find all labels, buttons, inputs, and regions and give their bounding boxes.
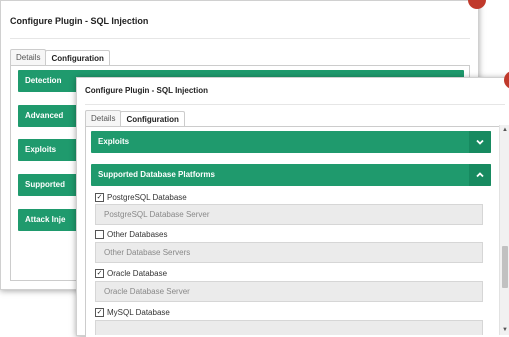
checkbox-checked[interactable]: ✓ xyxy=(95,269,104,278)
scroll-down-icon[interactable]: ▼ xyxy=(502,327,508,333)
platform-label: PostgreSQL Database xyxy=(107,193,187,202)
platform-checkbox-row[interactable]: ✓ PostgreSQL Database xyxy=(95,193,187,202)
section-exploits-label: Exploits xyxy=(98,137,130,146)
platform-checkbox-row[interactable]: ✓ MySQL Database xyxy=(95,308,170,317)
close-icon[interactable] xyxy=(504,71,509,89)
platform-field[interactable]: Other Database Servers xyxy=(95,242,483,263)
dialog-title: Configure Plugin - SQL Injection xyxy=(85,86,208,95)
section-supported-platforms[interactable]: Supported Database Platforms xyxy=(91,164,491,186)
platform-field[interactable]: Oracle Database Server xyxy=(95,281,483,302)
platform-checkbox-row[interactable]: Other Databases xyxy=(95,230,167,239)
scrollbar-thumb[interactable] xyxy=(502,246,508,288)
platform-label: Other Databases xyxy=(107,230,168,239)
title-divider xyxy=(10,38,470,39)
platform-label: MySQL Database xyxy=(107,308,170,317)
platform-label: Oracle Database xyxy=(107,269,168,278)
chevron-down-icon[interactable] xyxy=(469,131,491,153)
scroll-up-icon[interactable]: ▲ xyxy=(502,127,508,133)
platform-field[interactable]: PostgreSQL Database Server xyxy=(95,204,483,225)
platform-checkbox-row[interactable]: ✓ Oracle Database xyxy=(95,269,167,278)
dialog-title: Configure Plugin - SQL Injection xyxy=(10,16,149,26)
title-divider xyxy=(85,104,505,105)
scrollbar[interactable]: ▲ ▼ xyxy=(499,125,509,335)
front-dialog: Configure Plugin - SQL Injection Details… xyxy=(76,71,509,337)
checkbox-checked[interactable]: ✓ xyxy=(95,193,104,202)
close-icon[interactable] xyxy=(468,0,486,9)
checkbox-checked[interactable]: ✓ xyxy=(95,308,104,317)
chevron-up-icon[interactable] xyxy=(469,164,491,186)
section-supported-platforms-label: Supported Database Platforms xyxy=(98,170,215,179)
checkbox-unchecked[interactable] xyxy=(95,230,104,239)
tab-bar: Details Configuration xyxy=(85,110,185,128)
tab-bar: Details Configuration xyxy=(10,49,110,67)
tab-details[interactable]: Details xyxy=(10,49,47,66)
section-exploits[interactable]: Exploits xyxy=(91,131,491,153)
platform-field[interactable] xyxy=(95,320,483,335)
tab-details[interactable]: Details xyxy=(85,110,122,127)
